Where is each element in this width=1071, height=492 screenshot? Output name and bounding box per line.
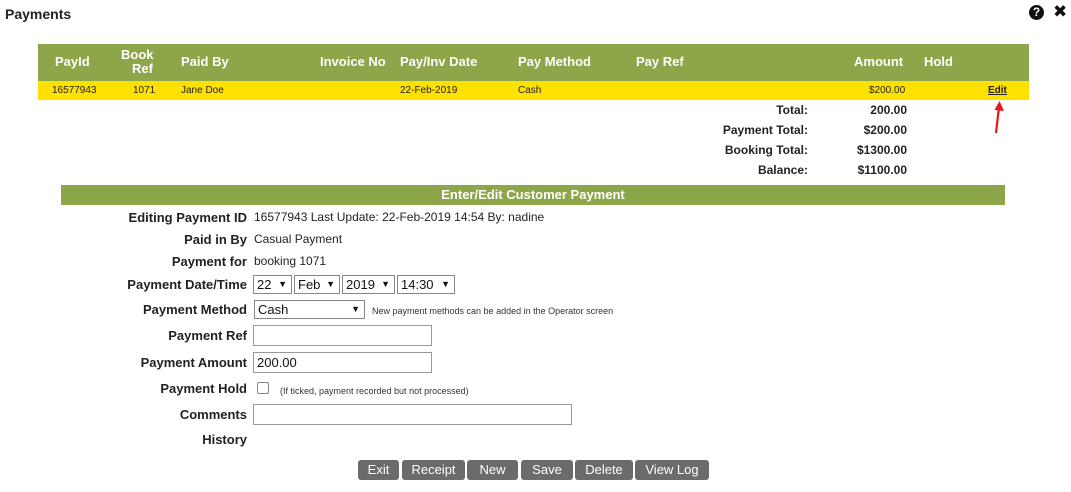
column-header-pay-ref: Pay Ref xyxy=(636,54,684,69)
red-arrow-icon xyxy=(994,101,1004,134)
new-button[interactable]: New xyxy=(467,460,518,480)
column-header-pay-method: Pay Method xyxy=(518,54,591,69)
year-select[interactable]: 2019 ▼ xyxy=(342,275,395,294)
payment-for-label: Payment for xyxy=(171,254,247,269)
payment-method-value: Cash xyxy=(258,302,289,317)
payment-method-select[interactable]: Cash ▼ xyxy=(254,300,365,319)
payment-total-label: Payment Total: xyxy=(722,123,808,137)
booking-total-label: Booking Total: xyxy=(724,143,808,157)
cell-amount: $200.00 xyxy=(869,85,906,96)
chevron-down-icon: ▼ xyxy=(441,279,450,289)
view-log-button[interactable]: View Log xyxy=(635,460,709,480)
payment-hold-checkbox[interactable] xyxy=(257,382,269,394)
save-button[interactable]: Save xyxy=(521,460,573,480)
column-header-invoice-no: Invoice No xyxy=(320,54,386,69)
year-select-value: 2019 xyxy=(346,277,375,292)
payments-grid-header: PayId Book Ref Paid By Invoice No Pay/In… xyxy=(38,44,1029,81)
month-select-value: Feb xyxy=(298,277,321,292)
paid-in-by-label: Paid in By xyxy=(184,232,247,247)
chevron-down-icon: ▼ xyxy=(351,304,360,314)
window-title: Payments xyxy=(5,6,72,22)
cell-pay-id: 16577943 xyxy=(52,85,97,96)
cell-pay-method: Cash xyxy=(518,85,542,96)
chevron-down-icon: ▼ xyxy=(326,279,335,289)
comments-label: Comments xyxy=(179,407,247,422)
help-icon[interactable]: ? xyxy=(1029,5,1044,20)
payment-ref-label: Payment Ref xyxy=(168,328,247,343)
payment-hold-label: Payment Hold xyxy=(160,381,247,396)
column-header-hold: Hold xyxy=(924,54,953,69)
total-value: 200.00 xyxy=(870,103,907,117)
total-label: Total: xyxy=(776,103,808,117)
payment-amount-label: Payment Amount xyxy=(140,355,247,370)
payment-method-note: New payment methods can be added in the … xyxy=(372,306,614,316)
paid-in-by-value: Casual Payment xyxy=(254,232,343,246)
payment-method-label: Payment Method xyxy=(142,302,247,317)
chevron-down-icon: ▼ xyxy=(381,279,390,289)
month-select[interactable]: Feb ▼ xyxy=(294,275,340,294)
table-row[interactable]: 16577943 1071 Jane Doe 22-Feb-2019 Cash … xyxy=(38,81,1029,100)
column-header-book-ref-line1: Book xyxy=(121,47,154,62)
payment-hold-note: (If ticked, payment recorded but not pro… xyxy=(280,386,469,396)
balance-label: Balance: xyxy=(757,163,808,177)
close-icon[interactable]: ✖ xyxy=(1053,3,1067,21)
payment-for-value: booking 1071 xyxy=(254,254,327,268)
column-header-payid: PayId xyxy=(55,54,90,69)
cell-book-ref: 1071 xyxy=(133,85,156,96)
comments-input[interactable] xyxy=(253,404,572,425)
booking-total-value: $1300.00 xyxy=(856,143,907,157)
payment-datetime-label: Payment Date/Time xyxy=(127,277,247,292)
day-select-value: 22 xyxy=(257,277,272,292)
payment-amount-input[interactable]: 200.00 xyxy=(253,352,432,373)
column-header-book-ref-line2: Ref xyxy=(132,61,153,76)
edit-link[interactable]: Edit xyxy=(988,85,1007,96)
section-title: Enter/Edit Customer Payment xyxy=(61,185,1005,205)
cell-pay-date: 22-Feb-2019 xyxy=(400,85,458,96)
exit-button[interactable]: Exit xyxy=(358,460,399,480)
time-select[interactable]: 14:30 ▼ xyxy=(397,275,455,294)
day-select[interactable]: 22 ▼ xyxy=(253,275,292,294)
cell-paid-by: Jane Doe xyxy=(181,85,224,96)
editing-payment-id-label: Editing Payment ID xyxy=(128,210,247,225)
payment-total-value: $200.00 xyxy=(863,123,907,137)
editing-payment-id-value: 16577943 Last Update: 22-Feb-2019 14:54 … xyxy=(254,210,545,224)
balance-value: $1100.00 xyxy=(857,163,907,177)
time-select-value: 14:30 xyxy=(401,277,434,292)
chevron-down-icon: ▼ xyxy=(278,279,287,289)
receipt-button[interactable]: Receipt xyxy=(402,460,465,480)
payment-ref-input[interactable] xyxy=(253,325,432,346)
column-header-amount: Amount xyxy=(854,54,904,69)
column-header-pay-inv-date: Pay/Inv Date xyxy=(400,54,478,69)
column-header-paid-by: Paid By xyxy=(181,54,229,69)
history-label: History xyxy=(202,432,247,447)
delete-button[interactable]: Delete xyxy=(575,460,633,480)
